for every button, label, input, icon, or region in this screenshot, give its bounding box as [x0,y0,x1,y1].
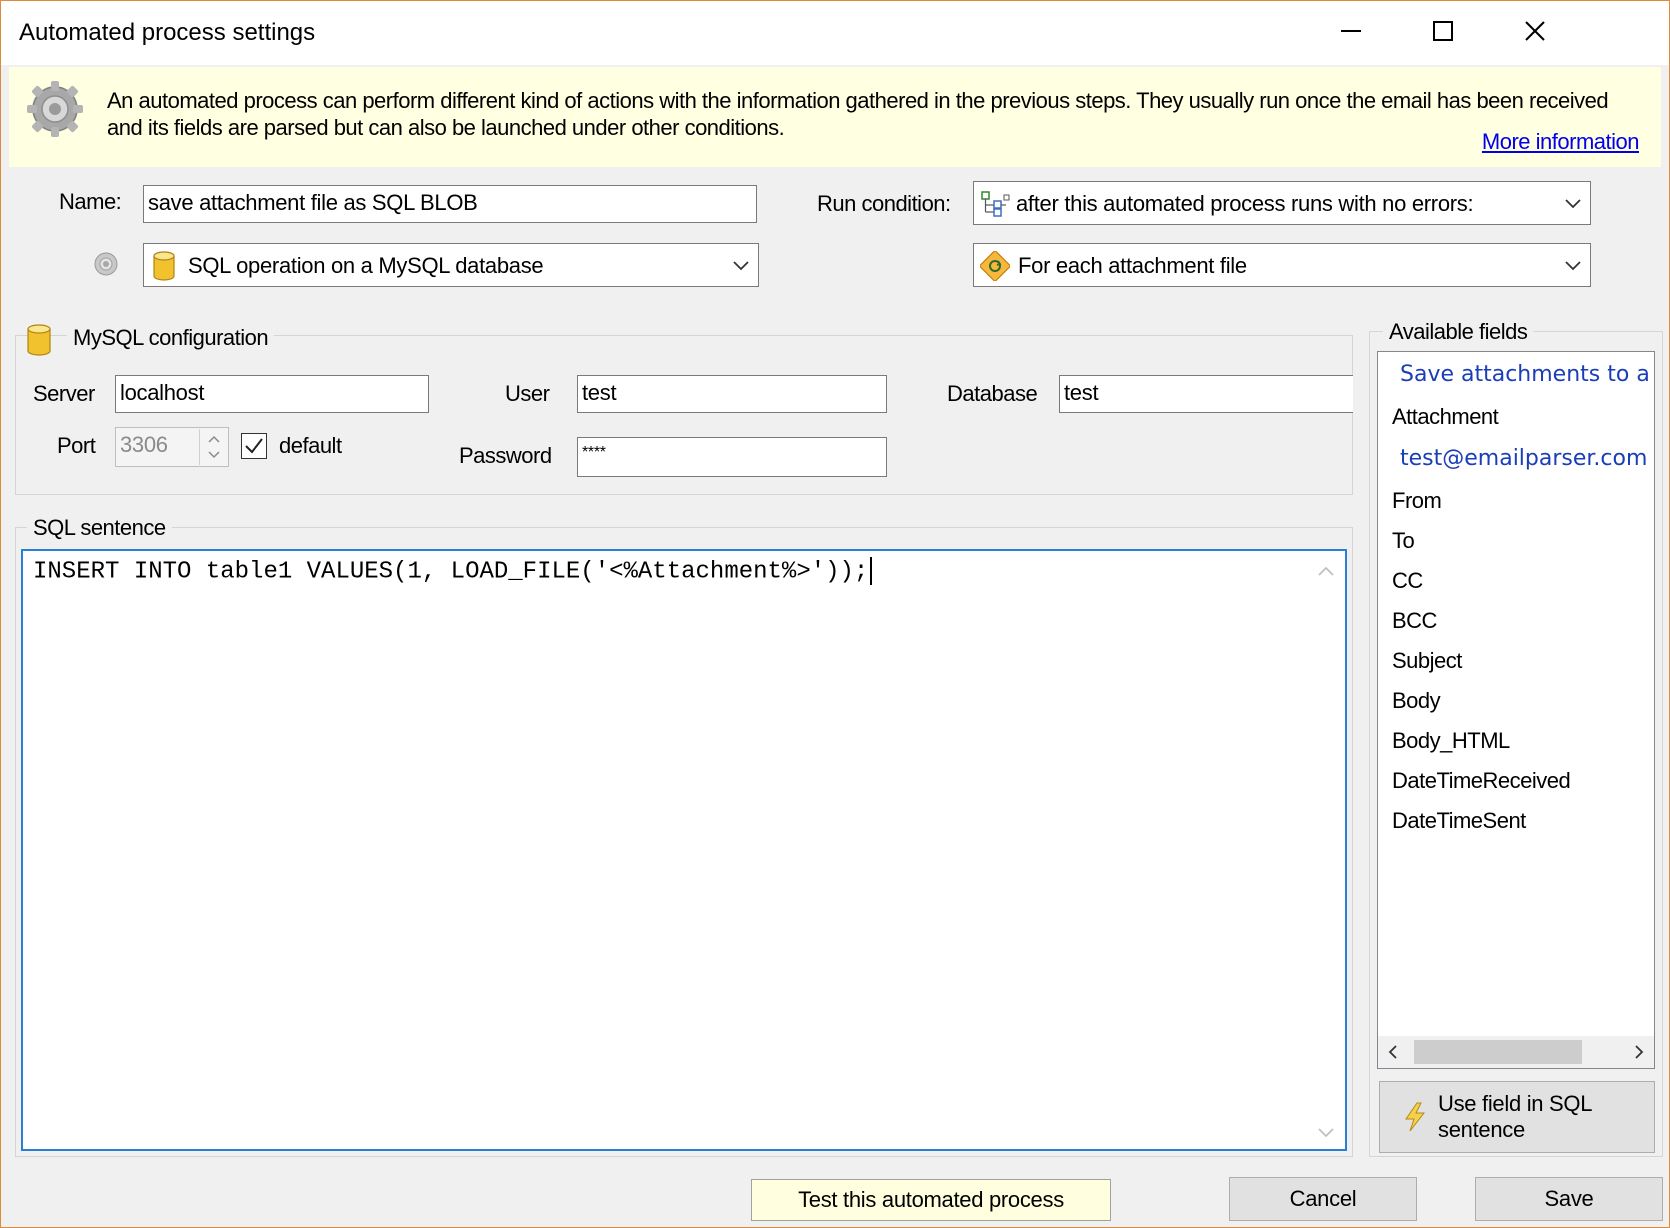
server-input[interactable]: localhost [115,375,429,413]
maximize-button[interactable] [1397,1,1489,61]
chevron-down-icon [1565,199,1581,209]
gear-small-icon [94,252,118,276]
field-group-header[interactable]: test@emailparser.com - [1400,446,1654,471]
iteration-value: For each attachment file [1018,253,1247,278]
name-input[interactable]: save attachment file as SQL BLOB [143,185,757,223]
field-item-to[interactable]: To [1392,528,1415,554]
password-input[interactable]: **** [577,437,887,477]
run-condition-label: Run condition: [817,191,951,216]
run-condition-value: after this automated process runs with n… [1016,191,1474,216]
minimize-icon [1341,30,1361,32]
field-item-cc[interactable]: CC [1392,568,1423,594]
iteration-select[interactable]: For each attachment file [973,243,1591,287]
database-icon [27,324,51,356]
port-spinner[interactable] [199,429,227,465]
field-item-bcc[interactable]: BCC [1392,608,1437,634]
database-input[interactable]: test [1059,375,1353,413]
name-label: Name: [59,189,122,214]
user-label: User [505,381,550,406]
more-information-link[interactable]: More information [1482,129,1640,155]
use-field-label-line1: Use field in SQL [1438,1091,1593,1116]
tree-icon [981,191,1010,217]
close-button[interactable] [1489,1,1581,61]
banner-text-line2: and its fields are parsed but can also b… [107,115,785,140]
horizontal-scrollbar[interactable] [1378,1036,1654,1068]
maximize-icon [1433,21,1453,41]
available-fields-list[interactable]: Save attachments to a fo Attachment test… [1377,351,1655,1069]
field-item-body[interactable]: Body [1392,688,1441,714]
sql-sentence-editor[interactable]: INSERT INTO table1 VALUES(1, LOAD_FILE('… [21,549,1347,1151]
field-item-datetimesent[interactable]: DateTimeSent [1392,808,1526,834]
scroll-left-icon[interactable] [1386,1044,1400,1060]
field-item-from[interactable]: From [1392,488,1442,514]
action-type-select[interactable]: SQL operation on a MySQL database [143,243,759,287]
minimize-button[interactable] [1305,1,1397,61]
close-icon [1525,21,1545,41]
scrollbar-thumb[interactable] [1414,1040,1582,1064]
window-title: Automated process settings [19,19,316,46]
chevron-down-icon [1565,261,1581,271]
chevron-down-icon [733,261,749,271]
port-value: 3306 [120,432,168,457]
banner-description: An automated process can perform differe… [107,87,1647,141]
database-label: Database [947,381,1038,406]
port-label: Port [57,433,96,458]
save-button[interactable]: Save [1475,1177,1663,1221]
sql-group-title: SQL sentence [27,515,172,541]
scroll-right-icon[interactable] [1632,1044,1646,1060]
default-checkbox[interactable] [241,433,267,459]
field-item-datetimereceived[interactable]: DateTimeReceived [1392,768,1571,794]
run-condition-select[interactable]: after this automated process runs with n… [973,181,1591,225]
field-item-attachment[interactable]: Attachment [1392,404,1499,430]
sql-sentence-text: INSERT INTO table1 VALUES(1, LOAD_FILE('… [33,557,873,585]
default-label: default [279,433,342,458]
available-fields-title: Available fields [1383,319,1534,345]
info-banner: An automated process can perform differe… [9,67,1661,167]
action-type-value: SQL operation on a MySQL database [188,253,544,278]
lightning-icon [1405,1102,1426,1132]
database-icon [153,251,175,281]
mysql-group-title: MySQL configuration [67,325,275,351]
checkmark-icon [245,438,263,454]
cancel-button[interactable]: Cancel [1229,1177,1417,1221]
chevron-down-icon[interactable] [207,451,221,459]
server-label: Server [33,381,95,406]
use-field-label-line2: sentence [1438,1117,1525,1142]
password-label: Password [459,443,552,468]
use-field-button[interactable]: Use field in SQL sentence [1379,1081,1655,1153]
gear-icon [27,81,83,137]
banner-text-line1: An automated process can perform differe… [107,88,1609,113]
scroll-up-icon[interactable] [1317,565,1335,577]
dialog-window: Automated process settings An automated … [0,0,1670,1228]
text-caret [870,557,873,585]
chevron-up-icon[interactable] [207,435,221,443]
field-group-header[interactable]: Save attachments to a fo [1400,362,1654,387]
test-process-button[interactable]: Test this automated process [751,1179,1111,1221]
user-input[interactable]: test [577,375,887,413]
scroll-down-icon[interactable] [1317,1127,1335,1139]
title-bar: Automated process settings [1,1,1669,65]
field-item-body-html[interactable]: Body_HTML [1392,728,1510,754]
loop-icon [980,251,1010,281]
field-item-subject[interactable]: Subject [1392,648,1462,674]
